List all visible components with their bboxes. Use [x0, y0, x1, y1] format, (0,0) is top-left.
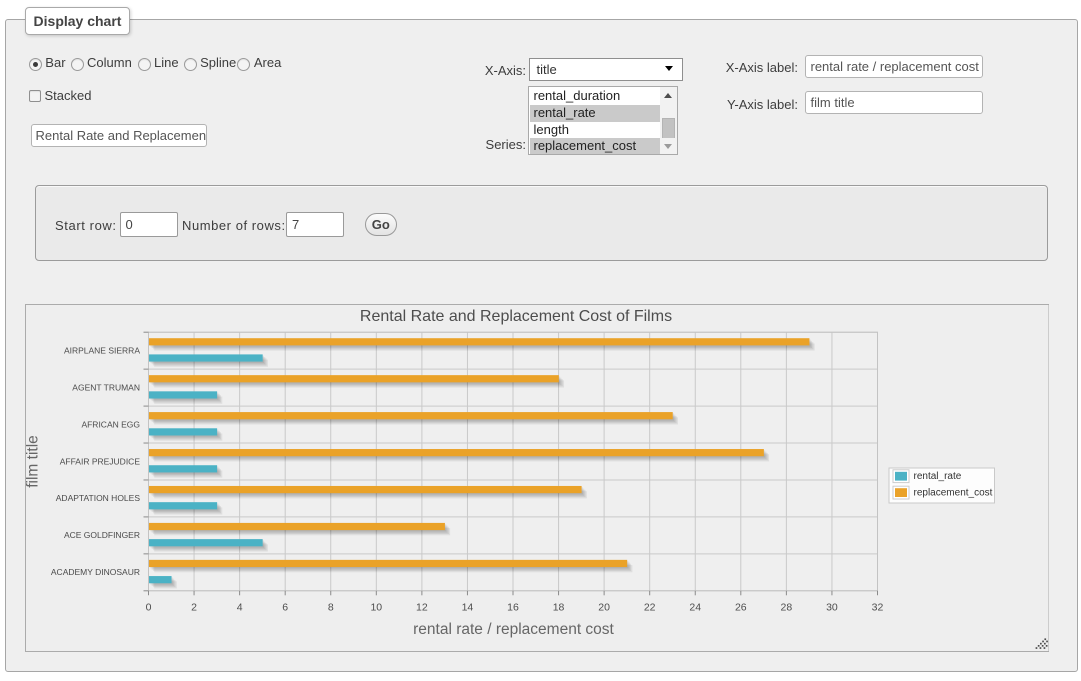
svg-text:replacement_cost: replacement_cost [913, 487, 992, 498]
svg-text:10: 10 [370, 601, 382, 613]
svg-text:AIRPLANE SIERRA: AIRPLANE SIERRA [63, 345, 139, 355]
svg-text:22: 22 [643, 601, 655, 613]
svg-text:6: 6 [282, 601, 288, 613]
svg-text:16: 16 [507, 601, 519, 613]
svg-text:AFRICAN EGG: AFRICAN EGG [81, 419, 140, 429]
svg-text:AGENT TRUMAN: AGENT TRUMAN [72, 382, 140, 392]
svg-text:AFFAIR PREJUDICE: AFFAIR PREJUDICE [59, 456, 140, 466]
svg-text:30: 30 [826, 601, 838, 613]
svg-text:14: 14 [461, 601, 473, 613]
svg-text:film title: film title [25, 435, 42, 488]
svg-text:32: 32 [871, 601, 883, 613]
svg-text:4: 4 [236, 601, 242, 613]
svg-text:20: 20 [598, 601, 610, 613]
svg-text:rental_rate: rental_rate [913, 471, 961, 482]
svg-text:ADAPTATION HOLES: ADAPTATION HOLES [55, 493, 140, 503]
svg-text:26: 26 [734, 601, 746, 613]
svg-text:0: 0 [145, 601, 151, 613]
svg-text:rental rate / replacement cost: rental rate / replacement cost [413, 621, 614, 638]
svg-text:18: 18 [552, 601, 564, 613]
svg-text:24: 24 [689, 601, 701, 613]
svg-text:2: 2 [191, 601, 197, 613]
svg-text:Rental Rate and Replacement Co: Rental Rate and Replacement Cost of Film… [359, 308, 671, 325]
svg-text:8: 8 [327, 601, 333, 613]
svg-text:ACE GOLDFINGER: ACE GOLDFINGER [63, 530, 139, 540]
svg-text:ACADEMY DINOSAUR: ACADEMY DINOSAUR [50, 567, 139, 577]
svg-text:12: 12 [416, 601, 428, 613]
svg-text:28: 28 [780, 601, 792, 613]
